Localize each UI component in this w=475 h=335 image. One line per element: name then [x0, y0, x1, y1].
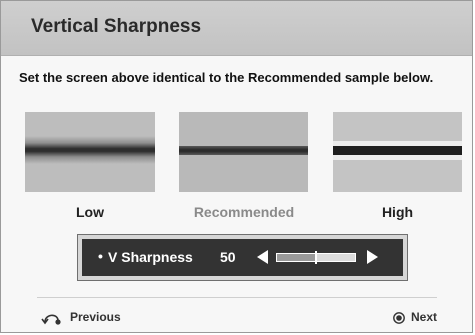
sample-high-label: High [381, 204, 414, 220]
sharpness-slider[interactable] [276, 251, 356, 264]
sample-low-image [25, 112, 155, 192]
sample-recommended-label: Recommended [193, 204, 295, 220]
slider-fill [316, 254, 355, 261]
decrease-arrow-icon[interactable] [257, 250, 268, 264]
blurred-line [25, 136, 155, 164]
v-sharpness-control[interactable]: • V Sharpness 50 [77, 234, 408, 281]
sample-high-image [333, 112, 462, 192]
sharpened-line [333, 146, 462, 155]
vertical-sharpness-screen: Vertical Sharpness Set the screen above … [0, 0, 473, 333]
setting-value: 50 [220, 249, 236, 265]
sample-low-label: Low [76, 204, 104, 220]
sample-recommended-image [179, 112, 308, 192]
setting-label: V Sharpness [108, 249, 193, 265]
bullet-icon: • [98, 248, 103, 264]
return-arrow-icon [41, 314, 61, 325]
next-label: Next [411, 310, 438, 324]
recommended-line [179, 146, 308, 155]
page-title: Vertical Sharpness [31, 16, 202, 37]
footer-divider [37, 297, 437, 298]
instruction-text: Set the screen above identical to the Re… [19, 70, 434, 85]
control-inner: • V Sharpness 50 [82, 239, 403, 276]
increase-arrow-icon[interactable] [367, 250, 378, 264]
previous-label: Previous [70, 310, 121, 324]
header-bar: Vertical Sharpness [1, 1, 472, 56]
select-button-icon [393, 312, 405, 324]
slider-handle[interactable] [315, 251, 317, 264]
